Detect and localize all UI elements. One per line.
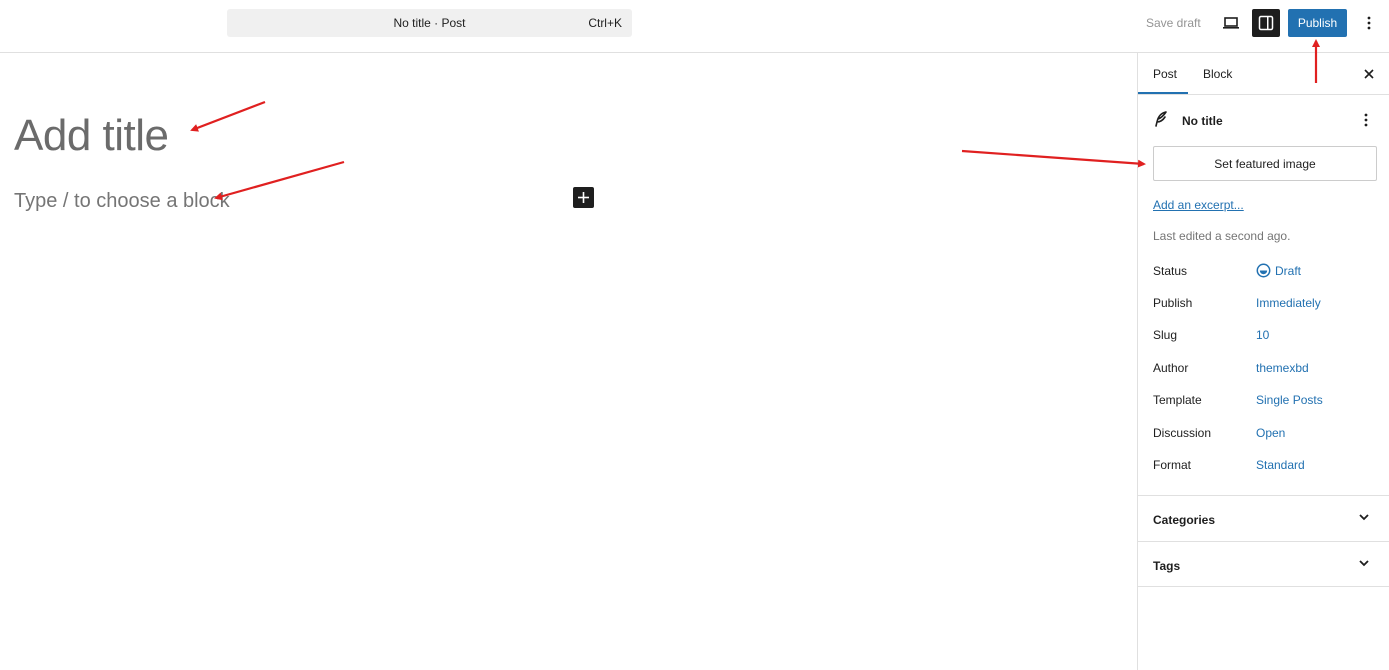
set-featured-image-button[interactable]: Set featured image — [1153, 146, 1377, 181]
close-sidebar-button[interactable] — [1360, 65, 1378, 83]
property-row-publish: Publish Immediately — [1153, 293, 1383, 313]
tab-block[interactable]: Block — [1203, 67, 1232, 81]
more-vertical-icon — [1367, 16, 1371, 30]
settings-sidebar: Post Block No title Set featured image A… — [1137, 53, 1389, 670]
chevron-down-icon — [1359, 560, 1369, 567]
editor-header: No title · Post Ctrl+K Save draft Publis… — [0, 0, 1389, 53]
panel-title: Tags — [1153, 559, 1181, 573]
active-tab-indicator — [1138, 92, 1188, 94]
property-label: Publish — [1153, 296, 1193, 310]
command-palette-bar[interactable]: No title · Post Ctrl+K — [227, 9, 632, 37]
editor-canvas: Add title Type / to choose a block — [0, 53, 1137, 670]
status-value[interactable]: Draft — [1275, 264, 1301, 278]
save-draft-button[interactable]: Save draft — [1146, 16, 1201, 30]
post-actions-button[interactable] — [1356, 110, 1376, 130]
sidebar-toggle-icon — [1258, 15, 1274, 31]
property-row-discussion: Discussion Open — [1153, 423, 1383, 443]
property-label: Author — [1153, 361, 1189, 375]
property-row-author: Author themexbd — [1153, 358, 1383, 378]
close-icon — [1364, 69, 1374, 79]
format-value[interactable]: Standard — [1256, 458, 1305, 472]
property-row-slug: Slug 10 — [1153, 325, 1383, 345]
document-title: No title · Post — [393, 16, 466, 30]
more-vertical-icon — [1364, 113, 1368, 127]
post-title-input[interactable]: Add title — [14, 111, 169, 161]
chevron-down-icon — [1359, 514, 1369, 521]
property-label: Format — [1153, 458, 1192, 472]
block-appender-input[interactable]: Type / to choose a block — [14, 190, 230, 213]
panel-divider — [1138, 586, 1389, 587]
slug-value[interactable]: 10 — [1256, 328, 1269, 342]
property-label: Status — [1153, 264, 1188, 278]
post-name: No title — [1182, 114, 1223, 128]
property-row-format: Format Standard — [1153, 455, 1383, 475]
last-edited-text: Last edited a second ago. — [1153, 229, 1291, 243]
template-value[interactable]: Single Posts — [1256, 393, 1323, 407]
shortcut-hint: Ctrl+K — [588, 16, 622, 30]
property-label: Template — [1153, 393, 1202, 407]
add-excerpt-link[interactable]: Add an excerpt... — [1153, 198, 1244, 212]
sidebar-tabs: Post Block — [1138, 53, 1389, 95]
property-row-template: Template Single Posts — [1153, 390, 1383, 410]
add-block-button[interactable] — [573, 187, 594, 208]
tags-panel-toggle[interactable]: Tags — [1138, 541, 1389, 587]
discussion-value[interactable]: Open — [1256, 426, 1285, 440]
categories-panel-toggle[interactable]: Categories — [1138, 495, 1389, 541]
property-label: Discussion — [1153, 426, 1212, 440]
publish-button[interactable]: Publish — [1288, 9, 1347, 37]
draft-status-icon — [1256, 263, 1271, 278]
author-value[interactable]: themexbd — [1256, 361, 1309, 375]
laptop-icon — [1223, 17, 1239, 29]
plus-icon — [578, 192, 589, 203]
options-button[interactable] — [1355, 9, 1383, 37]
feather-icon — [1155, 111, 1167, 127]
property-row-status: Status Draft — [1153, 261, 1383, 281]
publish-date-value[interactable]: Immediately — [1256, 296, 1321, 310]
tab-post[interactable]: Post — [1153, 67, 1177, 81]
view-button[interactable] — [1217, 9, 1245, 37]
post-summary-header: No title — [1138, 108, 1389, 132]
property-label: Slug — [1153, 328, 1178, 342]
panel-title: Categories — [1153, 513, 1216, 527]
settings-sidebar-toggle[interactable] — [1252, 9, 1280, 37]
